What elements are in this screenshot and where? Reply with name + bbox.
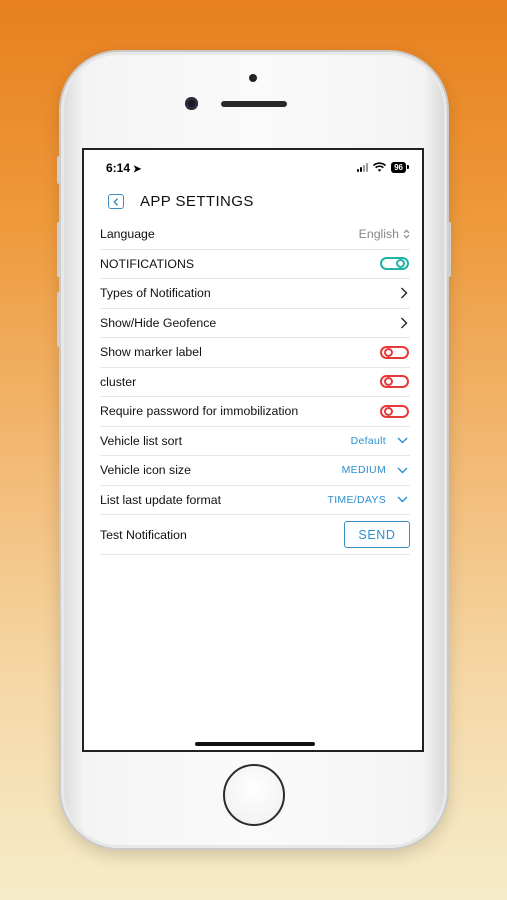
require-password-toggle[interactable]: [380, 404, 409, 418]
status-time: 6:14 ➤: [106, 161, 142, 175]
settings-list: Language English NOTIFICATIONS Types of …: [100, 220, 410, 555]
home-indicator[interactable]: [195, 742, 315, 746]
setting-label: NOTIFICATIONS: [100, 256, 195, 271]
home-button[interactable]: [223, 764, 285, 826]
back-button[interactable]: [108, 194, 124, 209]
location-arrow-icon: ➤: [133, 164, 142, 175]
setting-row-cluster: cluster: [100, 368, 410, 397]
setting-row-show-marker-label: Show marker label: [100, 338, 410, 368]
cellular-signal-icon: [357, 162, 369, 172]
setting-row-vehicle-list-sort[interactable]: Vehicle list sort Default: [100, 427, 410, 456]
setting-row-notifications: NOTIFICATIONS: [100, 250, 410, 279]
setting-row-require-password: Require password for immobilization: [100, 397, 410, 427]
page-title: APP SETTINGS: [140, 193, 254, 210]
last-update-format-dropdown[interactable]: TIME/DAYS: [327, 494, 410, 506]
setting-label: Types of Notification: [100, 286, 211, 301]
earpiece-speaker: [221, 101, 287, 107]
setting-label: Require password for immobilization: [100, 404, 299, 419]
chevron-right-icon: [401, 287, 408, 299]
status-bar: 6:14 ➤ 96: [84, 150, 422, 184]
dropdown-value: Default: [350, 434, 386, 447]
cluster-toggle[interactable]: [380, 375, 409, 389]
power-button: [447, 222, 451, 277]
setting-row-list-last-update-format[interactable]: List last update format TIME/DAYS: [100, 486, 410, 515]
chevron-down-icon: [397, 496, 408, 503]
battery-indicator: 96: [391, 161, 409, 173]
page-header: APP SETTINGS: [84, 190, 422, 214]
dropdown-value: TIME/DAYS: [327, 493, 386, 506]
silent-switch: [57, 156, 61, 184]
setting-label: Show marker label: [100, 345, 202, 360]
setting-row-types-of-notification[interactable]: Types of Notification: [100, 279, 410, 309]
volume-up-button: [57, 222, 61, 277]
setting-row-vehicle-icon-size[interactable]: Vehicle icon size MEDIUM: [100, 456, 410, 486]
chevron-down-icon: [397, 467, 408, 474]
notifications-toggle[interactable]: [380, 257, 409, 271]
chevron-left-icon: [113, 197, 119, 206]
send-test-notification-button[interactable]: SEND: [344, 521, 410, 548]
front-sensor: [249, 74, 257, 82]
vehicle-icon-size-dropdown[interactable]: MEDIUM: [342, 464, 410, 476]
language-value: English: [358, 227, 399, 242]
setting-label: cluster: [100, 374, 137, 389]
volume-down-button: [57, 292, 61, 347]
setting-row-test-notification: Test Notification SEND: [100, 515, 410, 555]
up-down-chevron-icon: [403, 229, 410, 239]
setting-row-show-hide-geofence[interactable]: Show/Hide Geofence: [100, 309, 410, 338]
wifi-icon: [373, 162, 387, 172]
language-picker[interactable]: English: [359, 227, 410, 241]
chevron-down-icon: [397, 437, 408, 444]
vehicle-list-sort-dropdown[interactable]: Default: [351, 435, 410, 447]
setting-label: Test Notification: [100, 527, 187, 542]
setting-label: Vehicle icon size: [100, 463, 191, 478]
setting-row-language[interactable]: Language English: [100, 220, 410, 250]
front-camera: [185, 97, 198, 110]
setting-label: List last update format: [100, 492, 221, 507]
app-screen: 6:14➤ 96 APP SETTINGS Language English: [82, 148, 424, 752]
dropdown-value: MEDIUM: [341, 464, 386, 477]
chevron-right-icon: [401, 317, 408, 329]
setting-label: Language: [100, 227, 155, 242]
show-marker-label-toggle[interactable]: [380, 345, 409, 359]
setting-label: Show/Hide Geofence: [100, 315, 217, 330]
status-indicators: 96: [357, 161, 409, 173]
setting-label: Vehicle list sort: [100, 433, 183, 448]
